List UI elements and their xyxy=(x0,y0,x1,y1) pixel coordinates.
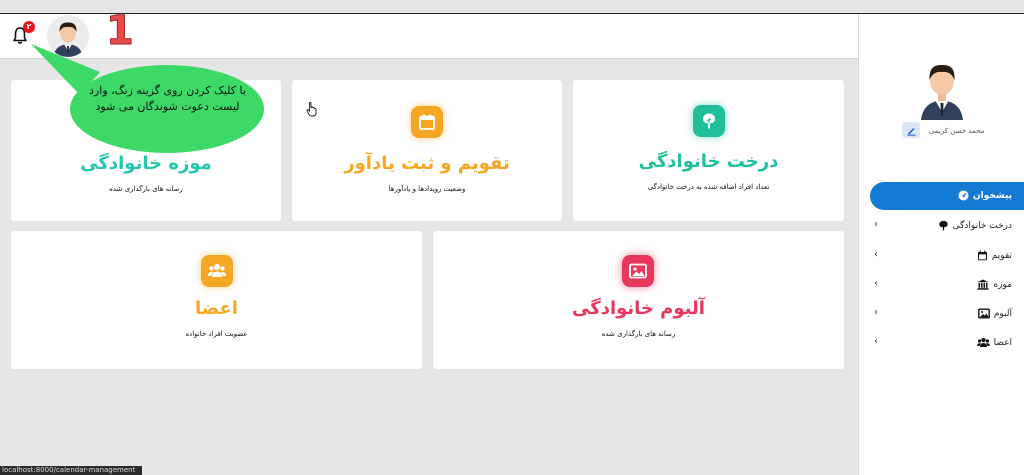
tree-icon xyxy=(938,220,948,231)
sidebar-item-members[interactable]: ‹ اعضا xyxy=(870,329,1024,357)
card-description: تعداد افراد اضافه شده به درخت خانوادگی xyxy=(647,183,770,191)
sidebar-item-dashboard[interactable]: پیشخوان xyxy=(870,182,1024,210)
sidebar-item-label-wrap: اعضا xyxy=(976,337,1012,348)
edit-profile-button[interactable] xyxy=(902,122,920,138)
chevron-icon: ‹ xyxy=(874,336,878,347)
sidebar-item-label: آلبوم xyxy=(993,308,1012,319)
tooltip-text: با کلیک کردن روی گزینه زنگ، وارد لیست دع… xyxy=(89,84,246,113)
chevron-icon: ‹ xyxy=(874,219,878,230)
album-icon xyxy=(977,308,990,319)
hand-cursor-icon xyxy=(306,101,317,117)
sidebar-item-museum[interactable]: ‹ موزه xyxy=(870,271,1024,299)
sidebar-item-calendar[interactable]: ‹ تقویم xyxy=(870,242,1024,270)
card-title: تقویم و ثبت یادآور xyxy=(344,153,510,174)
members-icon xyxy=(976,337,990,347)
card-description: عضویت افراد خانواده xyxy=(185,330,248,338)
dashboard-icon xyxy=(958,190,969,201)
card-title: اعضا xyxy=(195,298,238,319)
sidebar-item-album[interactable]: ‹ آلبوم xyxy=(870,300,1024,328)
sidebar: محمد حسن کریمی پیشخوان ‹ درخت خانوادگی ‹ xyxy=(858,14,1024,475)
chevron-icon: ‹ xyxy=(874,249,878,260)
card-description: رسانه های بارگذاری شده xyxy=(109,185,183,193)
sidebar-item-label-wrap: درخت خانوادگی xyxy=(938,220,1012,231)
card-title: درخت خانوادگی xyxy=(638,151,779,172)
calendar-icon xyxy=(411,106,443,138)
card-title: آلبوم خانوادگی xyxy=(572,298,705,319)
sidebar-item-label: درخت خانوادگی xyxy=(952,220,1012,231)
chevron-icon: ‹ xyxy=(874,307,878,318)
museum-icon xyxy=(977,279,989,290)
sidebar-item-label-wrap: تقویم xyxy=(977,250,1012,261)
chevron-icon: ‹ xyxy=(874,278,878,289)
album-icon xyxy=(622,255,654,287)
card-album[interactable]: آلبوم خانوادگی رسانه های بارگذاری شده xyxy=(433,231,844,369)
card-members[interactable]: اعضا عضویت افراد خانواده xyxy=(11,231,422,369)
sidebar-item-label-wrap: آلبوم xyxy=(977,308,1012,319)
sidebar-item-label-wrap: موزه xyxy=(977,279,1012,290)
card-description: رسانه های بارگذاری شده xyxy=(601,330,676,338)
profile-avatar xyxy=(917,54,967,120)
sidebar-item-label: پیشخوان xyxy=(972,190,1012,201)
calendar-icon xyxy=(977,250,987,261)
card-family-tree[interactable]: درخت خانوادگی تعداد افراد اضافه شده به د… xyxy=(573,80,844,221)
members-icon xyxy=(201,255,233,287)
pencil-icon xyxy=(907,127,915,136)
sidebar-item-label-wrap: پیشخوان xyxy=(958,190,1012,201)
user-name: محمد حسن کریمی xyxy=(929,127,985,135)
card-description: وضعیت رویدادها و یادآورها xyxy=(388,185,466,193)
card-calendar[interactable]: تقویم و ثبت یادآور وضعیت رویدادها و یادآ… xyxy=(292,80,562,221)
sidebar-item-label: اعضا xyxy=(993,337,1012,348)
browser-status-url: localhost:8000/calendar-management xyxy=(0,466,142,475)
sidebar-item-label: تقویم xyxy=(991,250,1012,261)
tree-icon xyxy=(693,105,725,137)
sidebar-item-family-tree[interactable]: ‹ درخت خانوادگی xyxy=(870,212,1024,240)
sidebar-item-label: موزه xyxy=(993,279,1012,290)
